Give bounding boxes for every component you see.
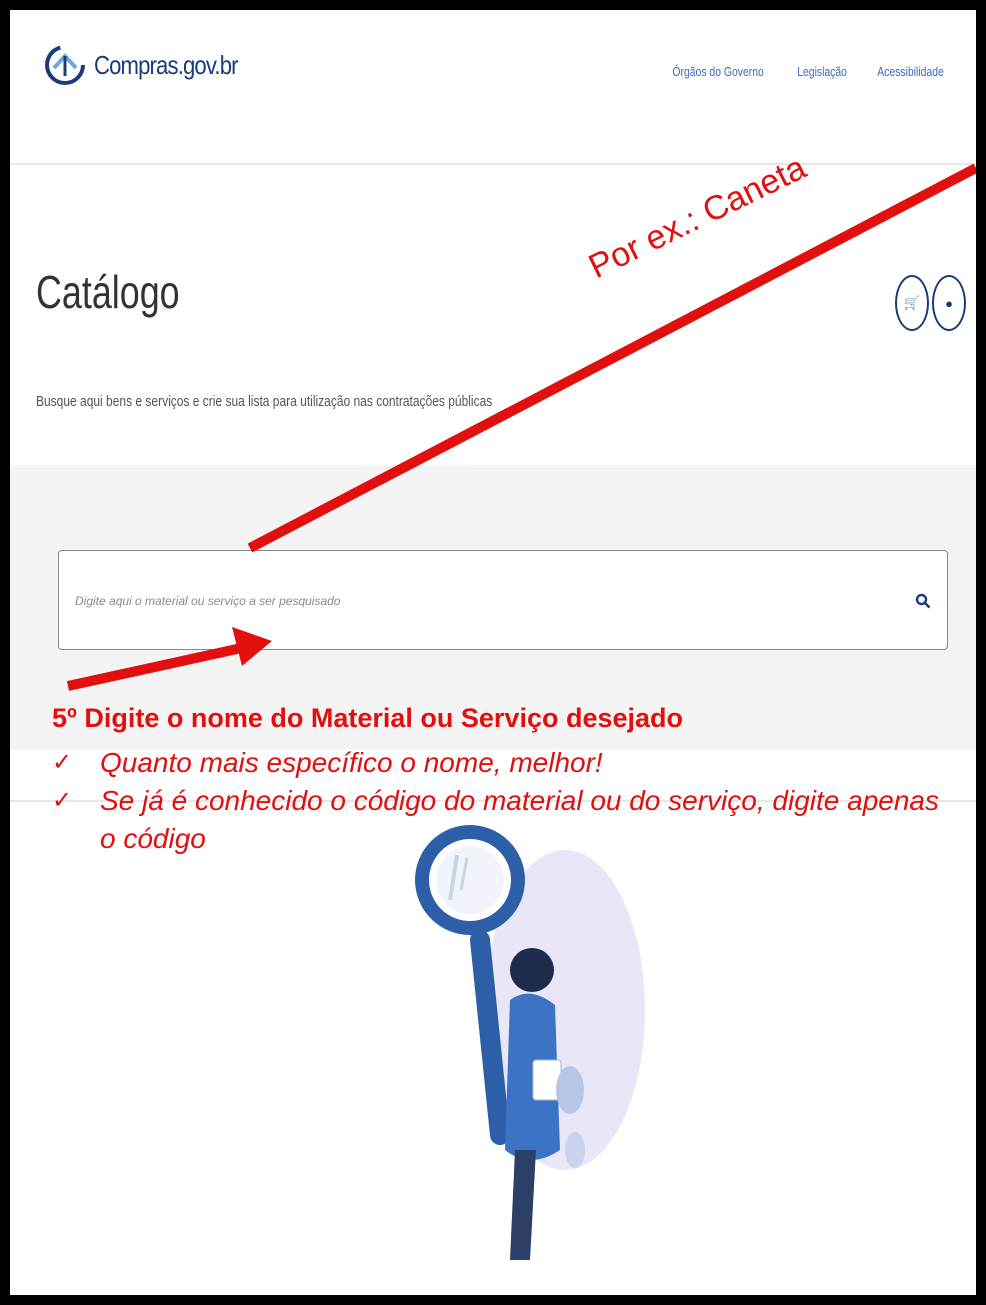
tips-list: ✓ Quanto mais específico o nome, melhor!… — [52, 744, 952, 858]
tip-item: ✓ Se já é conhecido o código do material… — [52, 782, 952, 858]
input-arrow-head — [232, 627, 272, 666]
tip-text: Se já é conhecido o código do material o… — [100, 785, 939, 854]
annotation-arrows — [66, 163, 976, 691]
check-icon: ✓ — [52, 749, 73, 776]
input-arrow-line — [66, 642, 248, 691]
step-heading: 5º Digite o nome do Material ou Serviço … — [52, 703, 684, 733]
check-icon: ✓ — [52, 787, 73, 814]
screen-frame: Compras.gov.br Órgãos do Governo Legisla… — [10, 10, 976, 1295]
tip-text: Quanto mais específico o nome, melhor! — [100, 747, 603, 778]
hint-arrow-line — [247, 163, 976, 553]
tip-item: ✓ Quanto mais específico o nome, melhor! — [52, 744, 952, 782]
